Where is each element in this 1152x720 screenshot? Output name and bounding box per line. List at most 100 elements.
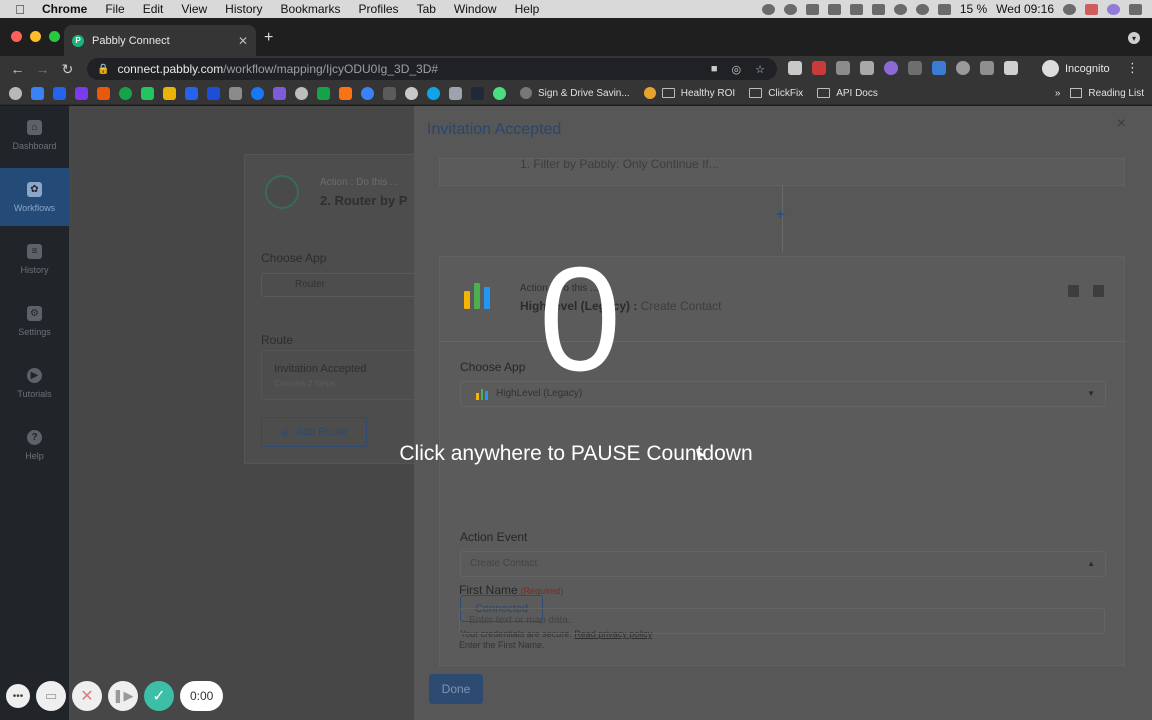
bookmark-icon[interactable]	[207, 86, 220, 100]
extension-icon[interactable]	[908, 61, 922, 75]
control-center-icon[interactable]	[1129, 3, 1142, 15]
bookmark-icon[interactable]	[97, 86, 110, 100]
camera-icon[interactable]: ■	[711, 63, 718, 76]
bookmark-icon[interactable]	[273, 86, 286, 100]
menu-history[interactable]: History	[216, 2, 271, 16]
menu-profiles[interactable]: Profiles	[350, 2, 408, 16]
bookmark-icon[interactable]	[141, 86, 154, 100]
action-event-select[interactable]: Create Contact ▲	[460, 551, 1106, 577]
spotlight-icon[interactable]	[1063, 3, 1076, 15]
done-button[interactable]: Done	[429, 674, 483, 704]
bookmark-healthy-roi[interactable]: Healthy ROI	[643, 87, 735, 99]
lock-icon[interactable]: 🔒	[97, 64, 109, 75]
cancel-recording-icon[interactable]: ✕	[72, 681, 102, 711]
sidebar-item-workflows[interactable]: ✿ Workflows	[0, 168, 69, 226]
reading-list[interactable]: Reading List	[1070, 88, 1144, 99]
bookmark-icon[interactable]	[295, 86, 308, 100]
add-step-icon[interactable]: +	[776, 206, 785, 223]
profile-button[interactable]: Incognito	[1042, 60, 1110, 77]
minimize-window-icon[interactable]	[30, 31, 41, 42]
camera-toggle-icon[interactable]: ▭	[36, 681, 66, 711]
b-app-icon[interactable]	[871, 3, 885, 15]
extension-icon[interactable]	[836, 61, 850, 75]
battery-percent[interactable]: 15 %	[960, 2, 987, 16]
more-options-icon[interactable]: •••	[6, 684, 30, 708]
close-icon[interactable]: ×	[1117, 115, 1126, 133]
countdown-number[interactable]: 0	[480, 238, 680, 402]
bookmark-icon[interactable]	[361, 86, 374, 100]
bookmark-icon[interactable]	[317, 86, 330, 100]
bookmark-icon[interactable]	[31, 86, 44, 100]
bookmark-icon[interactable]	[339, 86, 352, 100]
finish-recording-icon[interactable]: ✓	[144, 681, 174, 711]
previous-step-card[interactable]: 1. Filter by Pabbly: Only Continue If...	[439, 157, 1125, 186]
siri-icon[interactable]	[1107, 3, 1120, 15]
more-bookmarks-icon[interactable]: »	[1055, 88, 1061, 99]
tracking-blocked-icon[interactable]: ◎	[732, 63, 742, 76]
reload-icon[interactable]: ↻	[55, 61, 80, 78]
photo-icon[interactable]	[827, 3, 841, 15]
extension-icon[interactable]	[956, 61, 970, 75]
bookmark-sign-drive[interactable]: Sign & Drive Savin...	[520, 87, 630, 99]
browser-menu-icon[interactable]: ⋮	[1126, 60, 1139, 76]
sidebar-item-history[interactable]: ≡ History	[0, 230, 69, 288]
bookmark-icon[interactable]	[471, 86, 484, 100]
bookmark-icon[interactable]	[405, 86, 418, 100]
forward-icon[interactable]: →	[30, 61, 55, 77]
bookmark-icon[interactable]	[53, 86, 66, 100]
menu-edit[interactable]: Edit	[134, 2, 173, 16]
bookmark-icon[interactable]	[119, 86, 132, 100]
bookmark-icon[interactable]	[383, 86, 396, 100]
pause-recording-icon[interactable]: ❚▶	[108, 681, 138, 711]
extension-icon[interactable]	[860, 61, 874, 75]
star-icon[interactable]: ☆	[755, 63, 765, 76]
trash-icon[interactable]	[1093, 285, 1104, 297]
menu-help[interactable]: Help	[506, 2, 549, 16]
first-name-input[interactable]: Enter text or map data..	[459, 608, 1105, 634]
copy-icon[interactable]	[1068, 285, 1079, 297]
sidebar-item-tutorials[interactable]: ▶ Tutorials	[0, 354, 69, 412]
bookmark-icon[interactable]	[449, 86, 462, 100]
bookmark-clickfix[interactable]: ClickFix	[749, 88, 803, 99]
sidebar-item-help[interactable]: ? Help	[0, 416, 69, 474]
bookmark-api-docs[interactable]: API Docs	[817, 88, 878, 99]
extension-icon[interactable]	[932, 61, 946, 75]
menu-file[interactable]: File	[96, 2, 133, 16]
new-tab-icon[interactable]: +	[264, 29, 273, 47]
bookmark-icon[interactable]	[493, 86, 506, 100]
countdown-hint[interactable]: Click anywhere to PAUSE Countdown	[300, 442, 852, 466]
menu-bookmarks[interactable]: Bookmarks	[272, 2, 350, 16]
puzzle-icon[interactable]	[1004, 61, 1018, 75]
bookmark-icon[interactable]	[229, 86, 242, 100]
close-tab-icon[interactable]: ✕	[238, 34, 248, 48]
glasses-icon[interactable]	[805, 3, 819, 15]
bookmark-icon[interactable]	[75, 86, 88, 100]
wifi-icon[interactable]	[915, 3, 929, 15]
bookmark-icon[interactable]	[427, 86, 440, 100]
clock[interactable]: Wed 09:16	[996, 2, 1054, 16]
back-icon[interactable]: ←	[5, 61, 30, 77]
close-window-icon[interactable]	[11, 31, 22, 42]
sidebar-item-dashboard[interactable]: ⌂ Dashboard	[0, 106, 69, 164]
menu-tab[interactable]: Tab	[408, 2, 445, 16]
sidebar-item-settings[interactable]: ⚙ Settings	[0, 292, 69, 350]
shield-icon[interactable]	[783, 3, 797, 15]
menu-window[interactable]: Window	[445, 2, 506, 16]
time-machine-icon[interactable]	[893, 3, 907, 15]
bookmark-icon[interactable]	[9, 86, 22, 100]
bookmark-icon[interactable]	[163, 86, 176, 100]
extension-icon[interactable]	[812, 61, 826, 75]
bookmark-icon[interactable]	[251, 86, 264, 100]
volume-icon[interactable]	[937, 3, 951, 15]
apple-icon[interactable]: 	[0, 2, 40, 17]
address-bar[interactable]: 🔒 connect.pabbly.com /workflow/mapping/I…	[87, 58, 777, 80]
flag-icon[interactable]	[1085, 3, 1098, 15]
menu-app-name[interactable]: Chrome	[40, 2, 96, 16]
bookmark-icon[interactable]	[185, 86, 198, 100]
menu-view[interactable]: View	[172, 2, 216, 16]
microphone-icon[interactable]	[761, 3, 775, 15]
extension-icon[interactable]	[980, 61, 994, 75]
extension-icon[interactable]	[788, 61, 802, 75]
extension-icon[interactable]	[884, 61, 898, 75]
zoom-window-icon[interactable]	[49, 31, 60, 42]
